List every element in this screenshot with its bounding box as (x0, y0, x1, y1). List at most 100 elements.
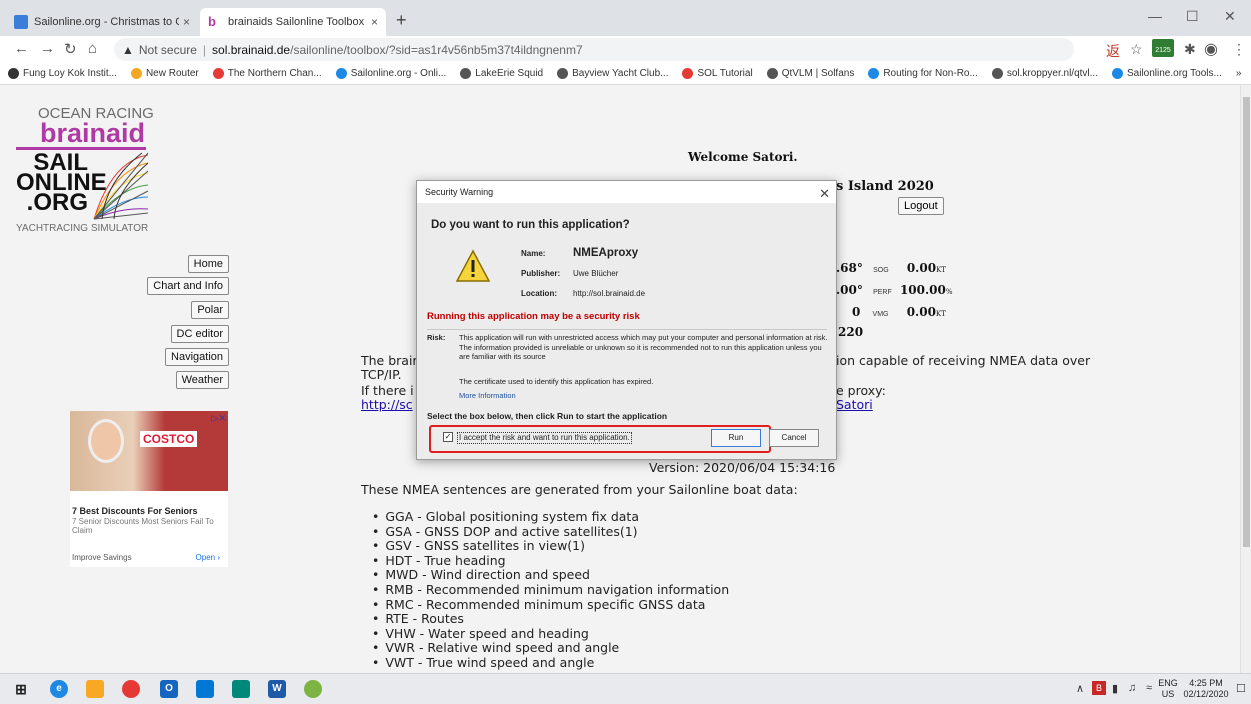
battery-icon[interactable]: ▮ (1112, 682, 1118, 695)
cancel-button[interactable]: Cancel (769, 429, 819, 447)
outlook-icon[interactable]: O (160, 680, 178, 698)
bookmark-item[interactable]: Sailonline.org - Onli... (335, 68, 446, 79)
stat-label: VMG (872, 311, 889, 318)
risk-label: Risk: (427, 333, 446, 342)
desc-line2: TCP/IP. (361, 367, 402, 382)
bookmark-label: LakeErie Squid (475, 68, 544, 79)
tab-sailonline[interactable]: Sailonline.org - Christmas to Chr × (6, 8, 198, 36)
app3-icon[interactable] (304, 680, 322, 698)
scrollbar-thumb[interactable] (1243, 97, 1250, 547)
desc-line1-left: The brair (361, 353, 418, 368)
run-button[interactable]: Run (711, 429, 761, 447)
home-button[interactable]: ⌂ (88, 40, 97, 57)
tab-brainaid[interactable]: b brainaids Sailonline Toolbox × (200, 8, 386, 36)
bookmark-item[interactable]: SOL Tutorial (682, 68, 753, 79)
stat-row-sog: .68° SOG 0.00KT (836, 261, 946, 275)
security-label: Not secure (138, 42, 197, 57)
bookmark-item[interactable]: QtVLM | Solfans (766, 68, 855, 79)
clock[interactable]: 4:25 PM 02/12/2020 (1182, 678, 1230, 700)
bookmark-item[interactable]: Sailonline.org Tools... (1111, 68, 1222, 79)
nmea-list: GGA - Global positioning system fix data… (372, 509, 729, 671)
bookmark-item[interactable]: The Northern Chan... (212, 68, 322, 79)
welcome-text: Welcome Satori. (688, 150, 798, 164)
proxy-link-left[interactable]: http://sc (361, 397, 413, 412)
file-explorer-icon[interactable] (86, 680, 104, 698)
bookmark-label: QtVLM | Solfans (781, 68, 855, 79)
app-icon[interactable] (196, 680, 214, 698)
sidebar-dc-editor-button[interactable]: DC editor (170, 325, 229, 343)
back-button[interactable]: ← (14, 40, 29, 57)
sidebar-chart-info-button[interactable]: Chart and Info (147, 277, 229, 295)
volume-icon[interactable]: ♫ (1128, 682, 1136, 694)
bookmark-item[interactable]: Bayview Yacht Club... (557, 68, 668, 79)
stat-heading-value: 0 (852, 305, 861, 319)
bookmark-item[interactable]: LakeErie Squid (460, 68, 543, 79)
stat-label: SOG (873, 267, 889, 274)
app2-icon[interactable] (232, 680, 250, 698)
accept-risk-label[interactable]: I accept the risk and want to run this a… (457, 432, 632, 444)
ad-headline[interactable]: 7 Best Discounts For Seniors (72, 506, 198, 516)
ad-open-button[interactable]: Open › (196, 553, 220, 562)
dialog-close-icon[interactable]: ✕ (819, 183, 830, 205)
stat-unit: % (945, 288, 953, 296)
tray-up-icon[interactable]: ∧ (1076, 682, 1084, 695)
proxy-link-right[interactable]: Satori (836, 397, 873, 412)
bookmark-favicon-icon (766, 68, 778, 79)
logo-yachtracing-simulator: YACHTRACING SIMULATOR (16, 223, 149, 234)
bookmarks-overflow-button[interactable]: » (1236, 68, 1242, 79)
edge-icon[interactable]: e (50, 680, 68, 698)
profile-icon[interactable]: ◉ (1204, 39, 1218, 59)
bookmark-label: sol.kroppyer.nl/qtvl... (1006, 68, 1098, 79)
translate-icon[interactable]: 返 (1106, 41, 1120, 61)
bookmark-label: New Router (145, 68, 199, 79)
sidebar-polar-button[interactable]: Polar (191, 301, 229, 319)
puzzle-icon[interactable]: ✱ (1184, 41, 1196, 58)
dialog-question: Do you want to run this application? (431, 219, 630, 231)
new-tab-button[interactable]: + (396, 10, 407, 31)
adchoices-icon[interactable]: ▷✕ (212, 413, 226, 424)
bookmark-item[interactable]: sol.kroppyer.nl/qtvl... (991, 68, 1098, 79)
sidebar-navigation-button[interactable]: Navigation (165, 348, 229, 366)
bookmark-label: SOL Tutorial (697, 68, 753, 79)
sidebar-weather-button[interactable]: Weather (175, 371, 229, 389)
bookmark-label: Sailonline.org Tools... (1126, 68, 1222, 79)
tab-close-icon[interactable]: × (183, 15, 190, 29)
address-bar[interactable]: ▲ Not secure | sol.brainaid.de /sailonli… (114, 38, 1074, 61)
reload-button[interactable]: ↻ (64, 40, 77, 58)
menu-icon[interactable]: ⋮ (1232, 41, 1246, 58)
bookmark-favicon-icon (682, 68, 694, 79)
page-scrollbar[interactable] (1240, 85, 1251, 673)
minimize-button[interactable]: — (1148, 8, 1162, 24)
extension-icon[interactable]: 2125 (1152, 39, 1174, 57)
logout-button[interactable]: Logout (898, 197, 944, 215)
windows-start-icon[interactable]: ⊞ (12, 680, 30, 698)
bookmark-favicon-icon (212, 68, 224, 79)
sidebar-home-button[interactable]: Home (187, 255, 229, 273)
publisher-row: Publisher: Uwe Blücher (521, 269, 618, 278)
wifi-icon[interactable]: ≈ (1146, 682, 1152, 694)
stat-unit: KT (935, 310, 946, 318)
accept-risk-checkbox[interactable]: ✓ (443, 432, 453, 442)
word-icon[interactable]: W (268, 680, 286, 698)
name-label: Name: (521, 249, 546, 258)
more-information-link[interactable]: More Information (459, 391, 516, 400)
tab-title: brainaids Sailonline Toolbox (228, 16, 365, 28)
language-indicator[interactable]: ENG US (1156, 678, 1180, 700)
tray-app-icon[interactable]: B (1092, 681, 1106, 695)
maximize-button[interactable]: ☐ (1186, 8, 1199, 25)
bookmark-item[interactable]: Fung Loy Kok Instit... (8, 68, 117, 79)
windows-taskbar: ⊞ e O W ∧ B ▮ ♫ ≈ ENG US 4:25 PM 02/12/2… (0, 673, 1251, 704)
chrome-icon[interactable] (122, 680, 140, 698)
costco-ad[interactable]: COSTCO ▷✕ 7 Best Discounts For Seniors 7… (70, 411, 228, 567)
list-item: GGA - Global positioning system fix data (372, 509, 729, 525)
tab-close-icon[interactable]: × (371, 15, 378, 29)
close-window-button[interactable]: ✕ (1224, 8, 1236, 25)
notification-icon[interactable]: ☐ (1236, 682, 1246, 695)
bookmark-item[interactable]: Routing for Non-Ro... (868, 68, 978, 79)
bookmark-item[interactable]: New Router (130, 68, 199, 79)
sailonline-logo: OCEAN RACING brainaid SAIL ONLINE .ORG Y… (16, 105, 176, 235)
star-icon[interactable]: ☆ (1130, 41, 1143, 58)
tab-bar: Sailonline.org - Christmas to Chr × b br… (0, 0, 1251, 36)
forward-button[interactable]: → (40, 40, 55, 57)
location-label: Location: (521, 289, 557, 298)
